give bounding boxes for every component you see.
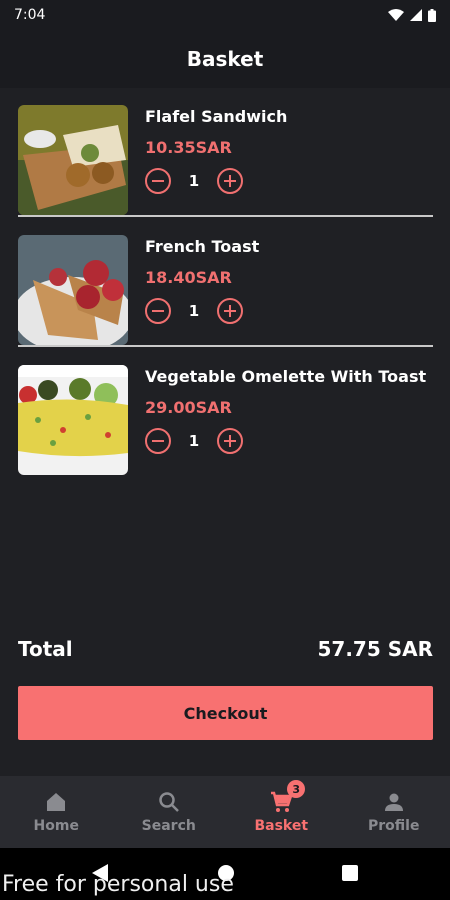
item-name: French Toast: [145, 237, 260, 256]
total-value: 57.75 SAR: [317, 637, 433, 661]
nav-item-search[interactable]: Search: [113, 776, 226, 848]
item-name: Vegetable Omelette With Toast: [145, 367, 427, 386]
nav-label: Basket: [254, 818, 309, 834]
nav-label: Search: [141, 818, 196, 834]
battery-icon: [428, 8, 436, 22]
recents-icon[interactable]: [342, 865, 358, 881]
nav-item-profile[interactable]: Profile: [338, 776, 450, 848]
item-image-falafel: [18, 105, 128, 215]
divider: [18, 215, 433, 217]
home-icon: [47, 793, 66, 811]
item-price: 10.35SAR: [145, 138, 232, 157]
increase-quantity-button[interactable]: [217, 298, 243, 324]
item-price: 18.40SAR: [145, 268, 232, 287]
decrease-quantity-button[interactable]: [145, 168, 171, 194]
bottom-nav: Home Search 3 Basket Profile: [0, 776, 450, 848]
quantity-value: 1: [188, 302, 200, 320]
item-name: Flafel Sandwich: [145, 107, 288, 126]
status-bar: 7:04: [0, 0, 450, 30]
total-row: Total 57.75 SAR: [18, 632, 433, 666]
nav-label: Profile: [368, 818, 420, 834]
basket-item: Flafel Sandwich 10.35SAR 1: [18, 104, 433, 234]
page-title: Basket: [186, 47, 264, 71]
nav-item-basket[interactable]: 3 Basket: [225, 776, 338, 848]
item-price: 29.00SAR: [145, 398, 232, 417]
search-icon: [159, 792, 179, 812]
basket-item: Vegetable Omelette With Toast 29.00SAR 1: [18, 364, 433, 494]
decrease-quantity-button[interactable]: [145, 298, 171, 324]
total-label: Total: [18, 637, 73, 661]
item-info: Vegetable Omelette With Toast 29.00SAR 1: [145, 364, 433, 457]
quantity-stepper: 1: [145, 165, 433, 197]
nav-item-home[interactable]: Home: [0, 776, 113, 848]
quantity-stepper: 1: [145, 295, 433, 327]
increase-quantity-button[interactable]: [217, 428, 243, 454]
decrease-quantity-button[interactable]: [145, 428, 171, 454]
item-image-omelette: [18, 365, 128, 475]
app-header: Basket: [0, 30, 450, 88]
status-time: 7:04: [14, 7, 46, 23]
item-info: French Toast 18.40SAR 1: [145, 234, 433, 327]
signal-icon: [410, 9, 422, 21]
status-icons: [388, 8, 436, 22]
system-nav-bar: [0, 848, 450, 900]
home-circle-icon[interactable]: [217, 864, 235, 882]
quantity-value: 1: [188, 432, 200, 450]
quantity-value: 1: [188, 172, 200, 190]
basket-item: French Toast 18.40SAR 1: [18, 234, 433, 364]
increase-quantity-button[interactable]: [217, 168, 243, 194]
item-image-french-toast: [18, 235, 128, 345]
item-info: Flafel Sandwich 10.35SAR 1: [145, 104, 433, 197]
divider: [18, 345, 433, 347]
nav-label: Home: [33, 818, 79, 834]
cart-count-badge: 3: [287, 780, 306, 798]
quantity-stepper: 1: [145, 425, 433, 457]
checkout-button[interactable]: Checkout: [18, 686, 433, 740]
person-icon: [384, 793, 403, 811]
basket-list: Flafel Sandwich 10.35SAR 1 French Toast …: [18, 104, 433, 494]
back-icon[interactable]: [92, 864, 108, 882]
wifi-icon: [388, 9, 404, 21]
